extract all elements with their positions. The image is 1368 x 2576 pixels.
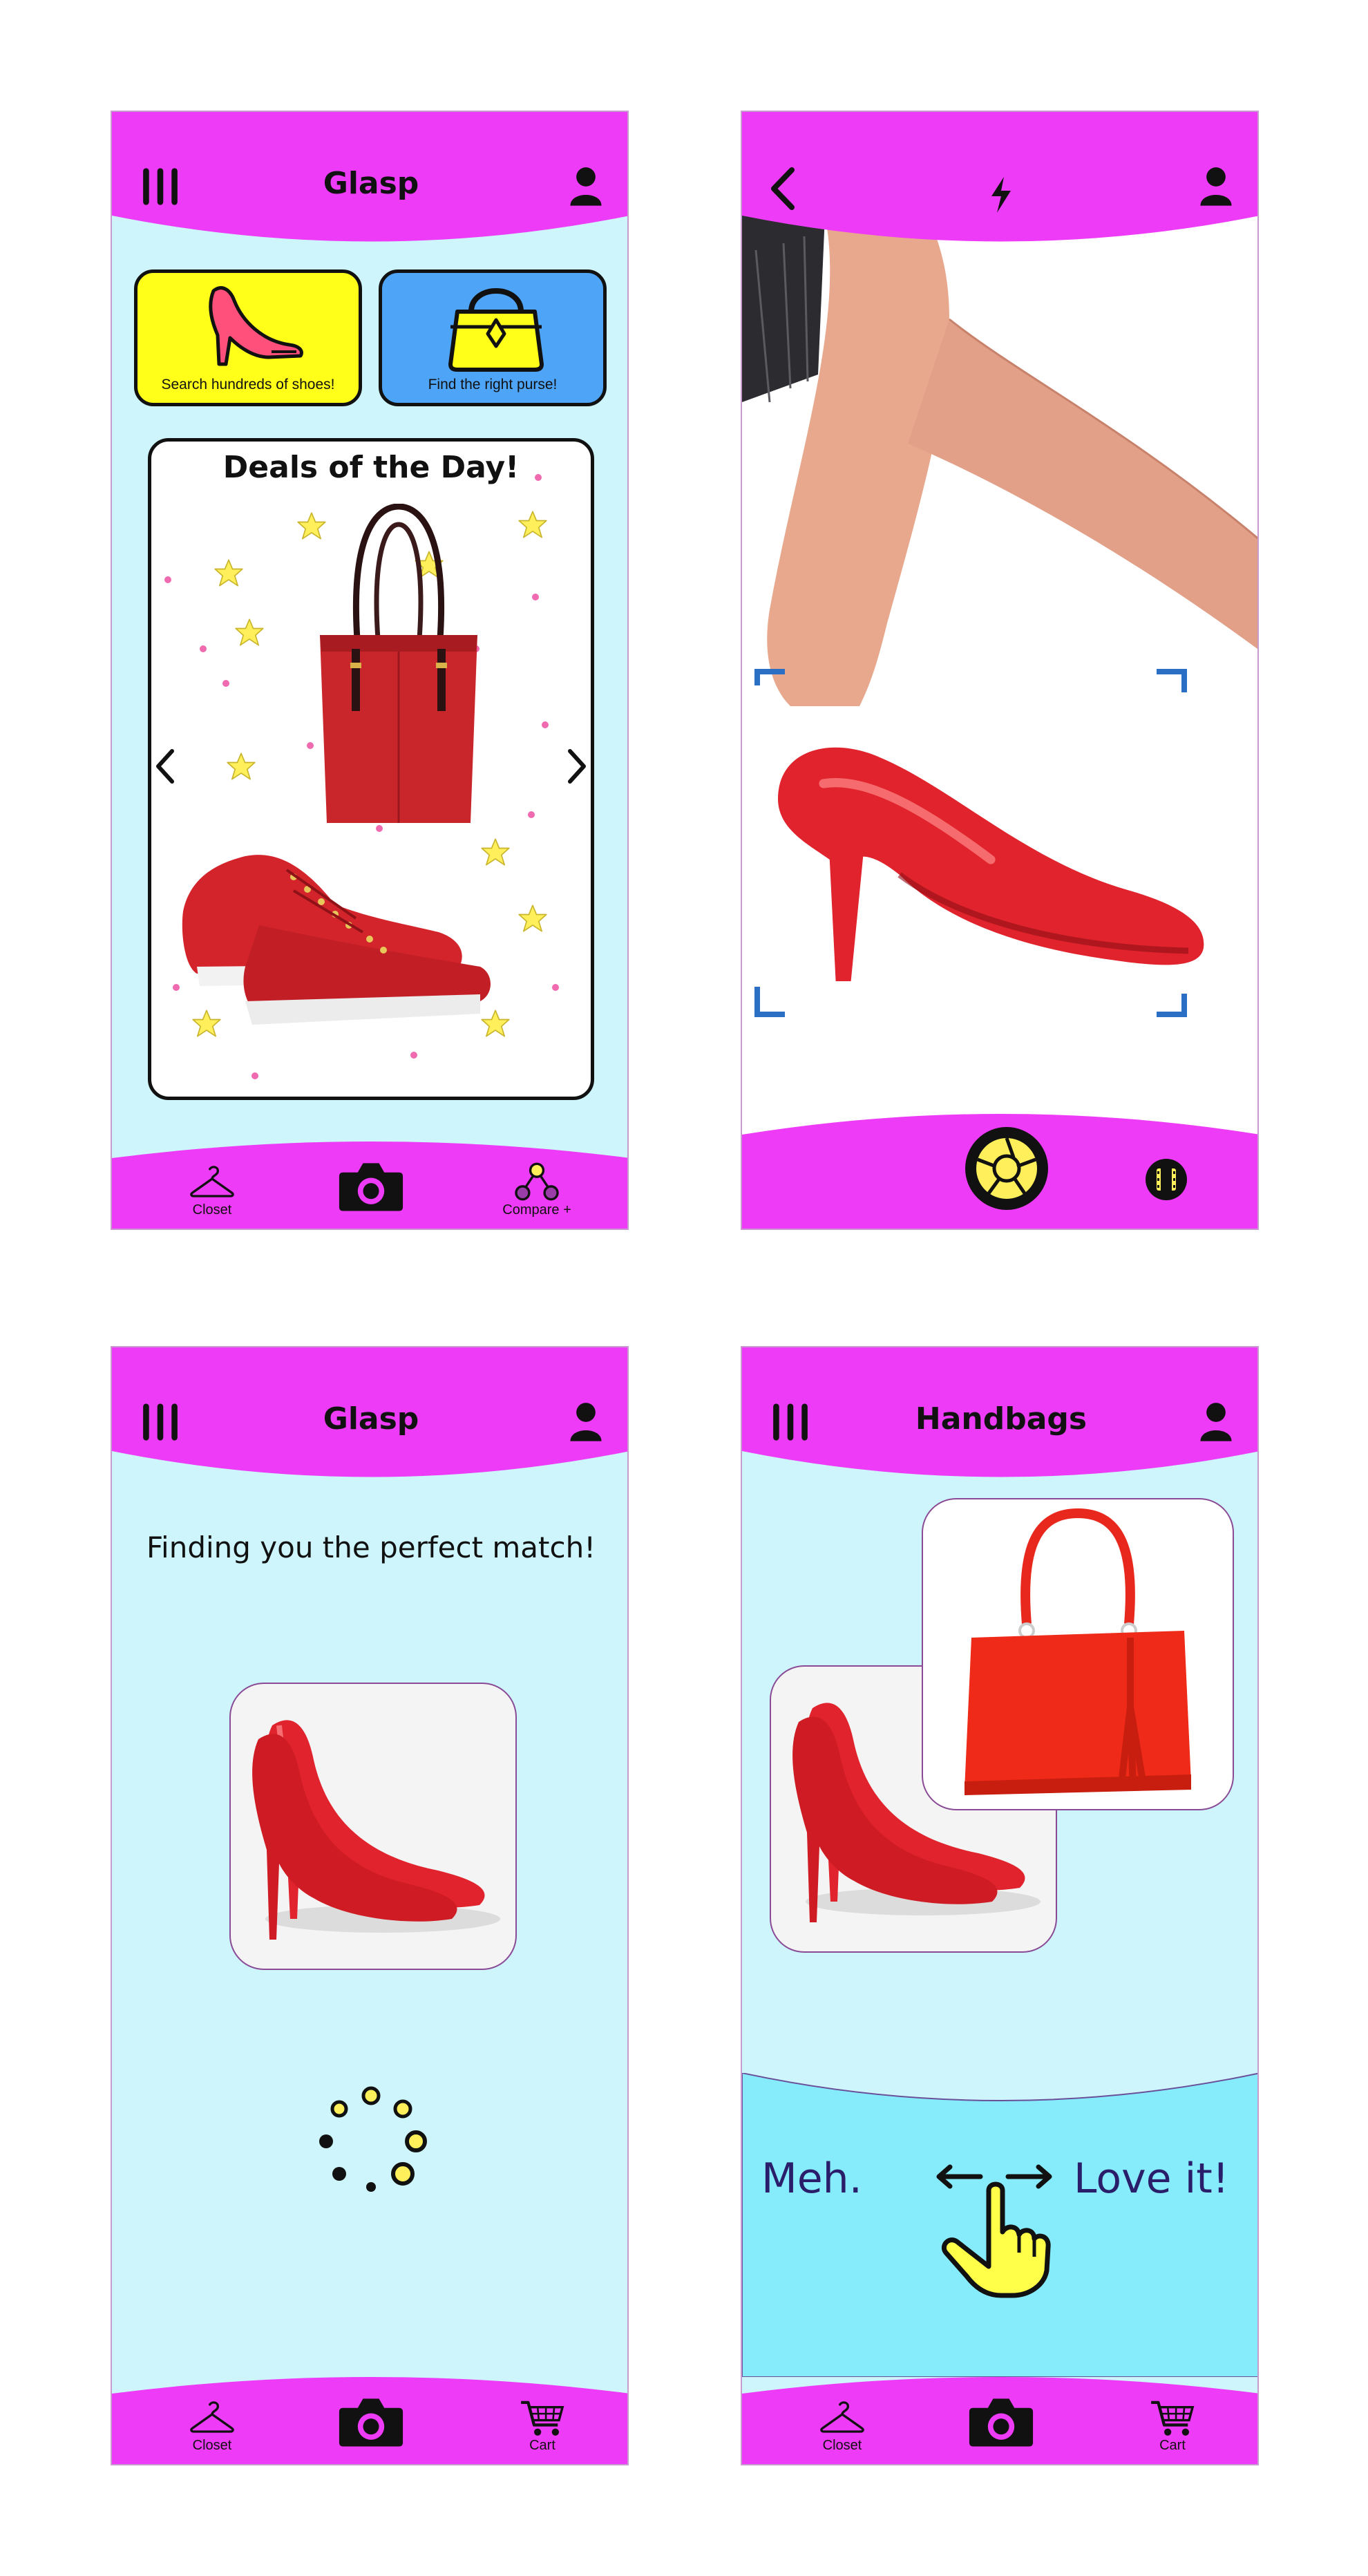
screen-camera — [741, 111, 1259, 1230]
screen-loading: Glasp Finding you the perfect match! Clo… — [111, 1346, 629, 2465]
swipe-panel[interactable]: Meh. Love it! — [742, 2073, 1257, 2377]
cart-label: Cart — [529, 2438, 555, 2453]
user-icon[interactable] — [568, 164, 604, 207]
user-icon[interactable] — [1198, 164, 1234, 207]
hanger-icon[interactable] — [188, 1165, 236, 1200]
compare-icon[interactable] — [513, 1161, 561, 1202]
shutter-icon[interactable] — [962, 1124, 1052, 1213]
app-header: Glasp — [112, 1347, 627, 1482]
page-title: Glasp — [323, 1401, 419, 1437]
cart-label: Cart — [1159, 2438, 1186, 2453]
camera-viewfinder-image — [742, 216, 1257, 1017]
find-purse-tile[interactable]: Find the right purse! — [379, 269, 607, 406]
camera-icon[interactable] — [968, 2394, 1034, 2449]
camera-icon[interactable] — [338, 2394, 404, 2449]
screen-handbags: Handbags Meh. Love it! Closet Cart — [741, 1346, 1259, 2465]
swipe-meh-label: Meh. — [761, 2154, 862, 2203]
cart-icon[interactable] — [518, 2398, 567, 2439]
chevron-left-icon[interactable] — [151, 746, 179, 787]
page-title: Handbags — [915, 1401, 1087, 1437]
red-tote-bag-image — [320, 504, 477, 823]
loading-message: Finding you the perfect match! — [146, 1531, 596, 1564]
camera-controls — [742, 1114, 1257, 1229]
film-icon[interactable] — [1145, 1158, 1188, 1201]
red-handbag-image — [965, 1508, 1191, 1795]
user-icon[interactable] — [1198, 1400, 1234, 1443]
deals-card[interactable]: Deals of the Day! — [148, 438, 594, 1100]
find-purse-label: Find the right purse! — [428, 377, 558, 392]
flash-icon[interactable] — [987, 174, 1015, 216]
bottom-nav: Closet Cart — [112, 2374, 627, 2464]
red-sneakers-image — [182, 855, 491, 1025]
bottom-nav: Closet Cart — [742, 2374, 1257, 2464]
handbag-icon — [448, 288, 544, 372]
hanger-icon[interactable] — [818, 2400, 866, 2435]
cart-icon[interactable] — [1148, 2398, 1197, 2439]
red-stiletto-image — [252, 1720, 500, 1940]
camera-header — [742, 112, 1257, 247]
bottom-nav: Closet Compare + — [112, 1139, 627, 1229]
swipe-hand-icon — [936, 2164, 1052, 2298]
user-icon[interactable] — [568, 1400, 604, 1443]
loading-spinner — [319, 2086, 427, 2192]
screen-home: Glasp Search hundreds of shoes! Find the… — [111, 111, 629, 1230]
app-header: Handbags — [742, 1347, 1257, 1482]
page-title: Glasp — [323, 166, 419, 201]
back-arrow-icon[interactable] — [766, 164, 800, 213]
camera-icon[interactable] — [338, 1158, 404, 1213]
search-shoes-label: Search hundreds of shoes! — [161, 377, 335, 392]
compare-label: Compare + — [502, 1202, 571, 1218]
match-item-card — [229, 1683, 517, 1970]
chevron-right-icon[interactable] — [563, 746, 591, 787]
closet-label: Closet — [192, 2438, 232, 2453]
search-shoes-tile[interactable]: Search hundreds of shoes! — [134, 269, 362, 406]
compare-card-handbag[interactable] — [922, 1498, 1234, 1810]
closet-label: Closet — [822, 2438, 862, 2453]
closet-label: Closet — [192, 1202, 232, 1218]
hanger-icon[interactable] — [188, 2400, 236, 2435]
app-header: Glasp — [112, 112, 627, 247]
high-heel-icon — [209, 286, 303, 366]
swipe-love-label: Love it! — [1074, 2154, 1229, 2203]
